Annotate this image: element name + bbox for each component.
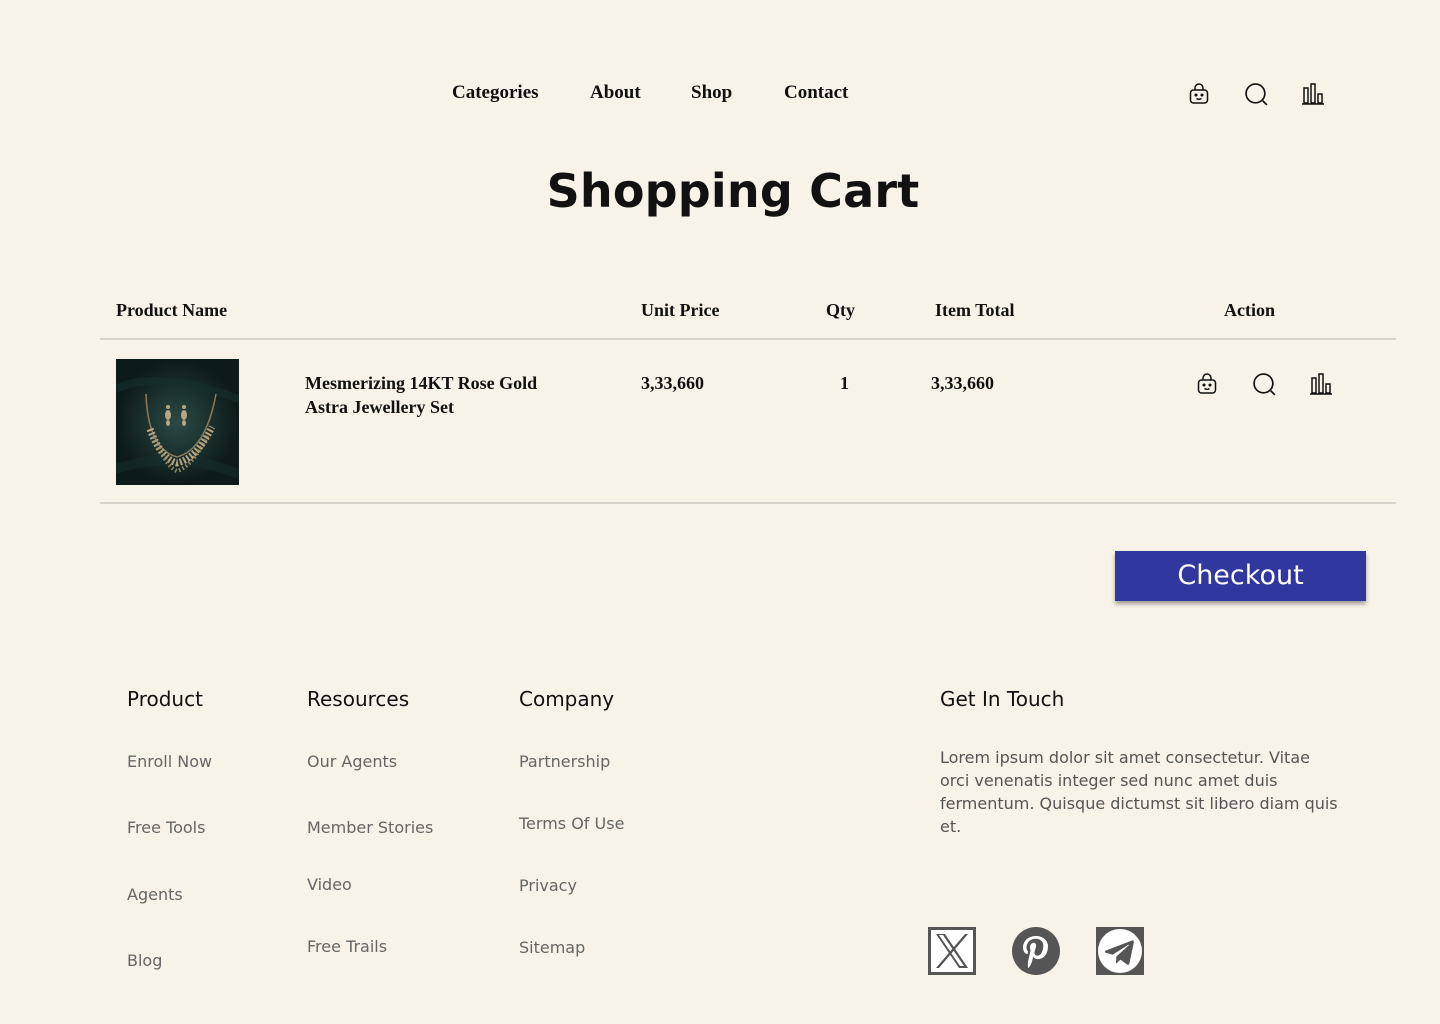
footer-heading-get-in-touch: Get In Touch (940, 687, 1065, 711)
nav-link-categories[interactable]: Categories (452, 82, 539, 104)
product-image[interactable] (116, 359, 239, 485)
footer-heading-company: Company (519, 687, 615, 711)
footer-link-free-trails[interactable]: Free Trails (307, 937, 387, 956)
footer-link-terms-of-use[interactable]: Terms Of Use (519, 814, 624, 833)
page-title: Shopping Cart (546, 164, 920, 218)
header-action: Action (1224, 300, 1275, 320)
item-total: 3,33,660 (931, 373, 994, 393)
search-icon[interactable] (1244, 82, 1269, 107)
footer-heading-resources: Resources (307, 687, 410, 711)
footer-link-free-tools[interactable]: Free Tools (127, 818, 205, 837)
bag-icon[interactable] (1187, 82, 1211, 106)
header-unit-price: Unit Price (641, 300, 720, 320)
telegram-icon[interactable] (1096, 927, 1144, 975)
nav-link-shop[interactable]: Shop (691, 82, 732, 104)
footer-link-video[interactable]: Video (307, 875, 352, 894)
header-item-total: Item Total (935, 300, 1015, 320)
footer-link-enroll-now[interactable]: Enroll Now (127, 752, 212, 771)
table-header-divider (100, 338, 1396, 340)
qty-value[interactable]: 1 (840, 373, 849, 394)
header-product-name: Product Name (116, 300, 228, 320)
table-bottom-divider (100, 502, 1396, 504)
x-icon[interactable] (928, 927, 976, 975)
chart-icon[interactable] (1309, 372, 1333, 396)
unit-price: 3,33,660 (641, 373, 704, 393)
footer-link-agents[interactable]: Agents (127, 885, 183, 904)
footer-link-our-agents[interactable]: Our Agents (307, 752, 397, 771)
header-qty: Qty (826, 300, 855, 320)
footer-link-sitemap[interactable]: Sitemap (519, 938, 585, 957)
pinterest-icon[interactable] (1012, 927, 1060, 975)
checkout-button[interactable]: Checkout (1115, 551, 1366, 601)
footer-link-partnership[interactable]: Partnership (519, 752, 610, 771)
search-icon[interactable] (1252, 372, 1277, 397)
chart-icon[interactable] (1301, 82, 1325, 106)
footer-link-privacy[interactable]: Privacy (519, 876, 577, 895)
footer-heading-product: Product (127, 687, 203, 711)
footer-link-member-stories[interactable]: Member Stories (307, 818, 433, 837)
footer-contact-text: Lorem ipsum dolor sit amet consectetur. … (940, 748, 1338, 836)
nav-link-contact[interactable]: Contact (784, 82, 848, 104)
product-name[interactable]: Mesmerizing 14KT Rose Gold Astra Jewelle… (305, 371, 575, 419)
footer-link-blog[interactable]: Blog (127, 951, 162, 970)
bag-icon[interactable] (1195, 372, 1219, 396)
nav-link-about[interactable]: About (590, 82, 641, 104)
